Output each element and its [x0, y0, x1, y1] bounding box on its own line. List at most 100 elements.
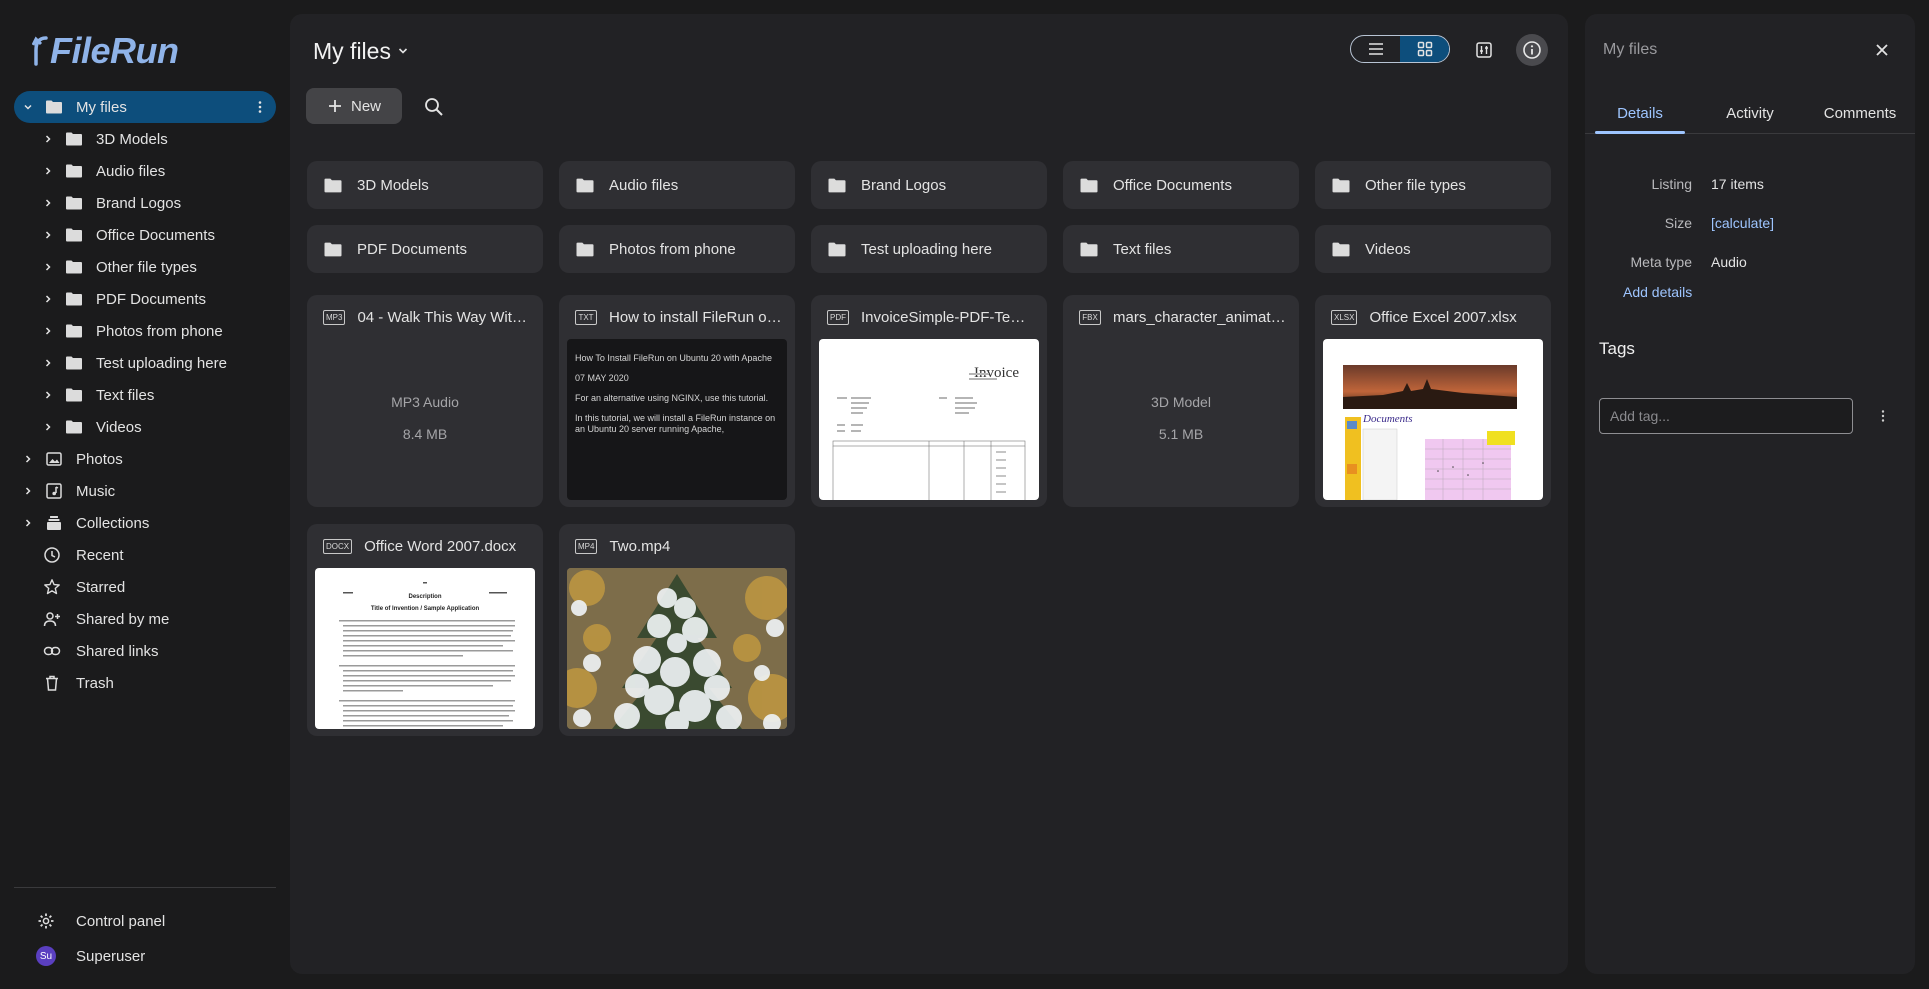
sidebar-item-3d-models[interactable]: 3D Models	[14, 123, 276, 155]
new-button[interactable]: New	[306, 88, 402, 124]
user-menu[interactable]: Su Superuser	[36, 943, 145, 969]
folder-card-brand-logos[interactable]: Brand Logos	[811, 161, 1047, 209]
tab-comments[interactable]: Comments	[1805, 94, 1915, 133]
file-card-mp3[interactable]: MP3 04 - Walk This Way With R... MP3 Aud…	[307, 295, 543, 507]
gear-icon	[36, 911, 56, 931]
sidebar-item-videos[interactable]: Videos	[14, 411, 276, 443]
sidebar-item-starred[interactable]: Starred	[14, 571, 276, 603]
chevron-right-icon[interactable]	[40, 387, 56, 403]
folder-card-other-file-types[interactable]: Other file types	[1315, 161, 1551, 209]
sidebar-item-office-documents[interactable]: Office Documents	[14, 219, 276, 251]
video-thumbnail	[567, 568, 787, 729]
details-panel: My files Details Activity Comments Listi…	[1585, 14, 1915, 974]
sidebar-item-recent[interactable]: Recent	[14, 539, 276, 571]
sidebar-item-photos[interactable]: Photos	[14, 443, 276, 475]
folder-card-test-uploading-here[interactable]: Test uploading here	[811, 225, 1047, 273]
info-button[interactable]	[1516, 34, 1548, 66]
add-details-link[interactable]: Add details	[1623, 284, 1692, 300]
chevron-right-icon[interactable]	[20, 515, 36, 531]
chevron-right-icon[interactable]	[40, 227, 56, 243]
calculate-size-link[interactable]: [calculate]	[1711, 215, 1774, 231]
list-view-button[interactable]	[1351, 36, 1400, 62]
add-tag-input[interactable]	[1599, 398, 1853, 434]
chevron-down-icon[interactable]	[20, 99, 36, 115]
folder-card-text-files[interactable]: Text files	[1063, 225, 1299, 273]
sidebar-item-trash[interactable]: Trash	[14, 667, 276, 699]
control-panel-link[interactable]: Control panel	[36, 908, 165, 934]
file-card-xlsx[interactable]: XLSX Office Excel 2007.xlsx Documents	[1315, 295, 1551, 507]
sidebar-item-label: 3D Models	[96, 130, 168, 148]
file-card-txt[interactable]: TXT How to install FileRun on ... How To…	[559, 295, 795, 507]
chevron-right-icon[interactable]	[40, 355, 56, 371]
snowy-tree-image	[567, 568, 787, 729]
sidebar-item-label: Other file types	[96, 258, 197, 276]
sidebar-item-label: Shared links	[76, 642, 159, 660]
more-vertical-icon[interactable]	[1875, 408, 1891, 424]
folder-icon	[64, 417, 84, 437]
folder-icon	[64, 385, 84, 405]
sidebar-item-shared-links[interactable]: Shared links	[14, 635, 276, 667]
file-card-fbx[interactable]: FBX mars_character_animatio... 3D Model …	[1063, 295, 1299, 507]
folder-card-audio-files[interactable]: Audio files	[559, 161, 795, 209]
folder-icon	[64, 129, 84, 149]
chevron-right-icon[interactable]	[40, 419, 56, 435]
folder-card-pdf-documents[interactable]: PDF Documents	[307, 225, 543, 273]
chevron-right-icon[interactable]	[40, 291, 56, 307]
file-card-mp4[interactable]: MP4 Two.mp4	[559, 524, 795, 736]
sidebar-item-my-files[interactable]: My files	[14, 91, 276, 123]
prop-key: Size	[1664, 215, 1692, 231]
chevron-right-icon[interactable]	[40, 195, 56, 211]
file-name: Two.mp4	[609, 537, 671, 555]
folder-name: Photos from phone	[609, 240, 736, 258]
close-button[interactable]	[1871, 39, 1893, 61]
chevron-right-icon[interactable]	[20, 483, 36, 499]
collection-icon	[44, 513, 64, 533]
search-button[interactable]	[423, 96, 445, 118]
invoice-preview-graphic	[832, 373, 1026, 500]
prop-listing: Listing 17 items	[1585, 176, 1915, 196]
folder-card-photos-from-phone[interactable]: Photos from phone	[559, 225, 795, 273]
page-title[interactable]: My files	[313, 36, 409, 66]
sidebar-item-photos-from-phone[interactable]: Photos from phone	[14, 315, 276, 347]
tab-details[interactable]: Details	[1585, 94, 1695, 134]
sidebar-item-label: Trash	[76, 674, 114, 692]
folder-icon	[64, 321, 84, 341]
file-card-docx[interactable]: DOCX Office Word 2007.docx Description T…	[307, 524, 543, 736]
avatar: Su	[36, 946, 56, 966]
folder-card-3d-models[interactable]: 3D Models	[307, 161, 543, 209]
sidebar-item-text-files[interactable]: Text files	[14, 379, 276, 411]
grid-view-button[interactable]	[1400, 36, 1449, 62]
chevron-right-icon[interactable]	[40, 259, 56, 275]
sidebar-item-audio-files[interactable]: Audio files	[14, 155, 276, 187]
text-preview: How To Install FileRun on Ubuntu 20 with…	[567, 339, 787, 500]
filter-settings-button[interactable]	[1470, 36, 1498, 64]
preview-line: 07 MAY 2020	[575, 373, 629, 383]
sidebar-item-shared-by-me[interactable]: Shared by me	[14, 603, 276, 635]
sidebar-item-brand-logos[interactable]: Brand Logos	[14, 187, 276, 219]
folder-icon	[1331, 238, 1353, 260]
folder-name: Text files	[1113, 240, 1172, 258]
sidebar-item-music[interactable]: Music	[14, 475, 276, 507]
folder-icon	[1079, 174, 1101, 196]
chevron-right-icon[interactable]	[40, 323, 56, 339]
file-type-badge: MP4	[575, 538, 598, 554]
file-card-pdf[interactable]: PDF InvoiceSimple-PDF-Templ... Invoice	[811, 295, 1047, 507]
folder-name: 3D Models	[357, 176, 429, 194]
chevron-right-icon[interactable]	[40, 163, 56, 179]
sidebar-item-pdf-documents[interactable]: PDF Documents	[14, 283, 276, 315]
sidebar-item-test-uploading-here[interactable]: Test uploading here	[14, 347, 276, 379]
sidebar-item-collections[interactable]: Collections	[14, 507, 276, 539]
filerun-logo[interactable]: FileRun	[32, 28, 179, 74]
prop-key: Meta type	[1630, 254, 1692, 270]
tab-activity[interactable]: Activity	[1695, 94, 1805, 133]
chevron-right-icon[interactable]	[40, 131, 56, 147]
sidebar-item-label: Audio files	[96, 162, 166, 180]
folder-card-videos[interactable]: Videos	[1315, 225, 1551, 273]
new-button-label: New	[350, 97, 381, 115]
more-vertical-icon[interactable]	[252, 99, 268, 115]
sidebar-item-other-file-types[interactable]: Other file types	[14, 251, 276, 283]
chevron-right-icon[interactable]	[20, 451, 36, 467]
prop-size: Size [calculate]	[1585, 215, 1915, 235]
folder-card-office-documents[interactable]: Office Documents	[1063, 161, 1299, 209]
sidebar-item-label: Music	[76, 482, 116, 500]
